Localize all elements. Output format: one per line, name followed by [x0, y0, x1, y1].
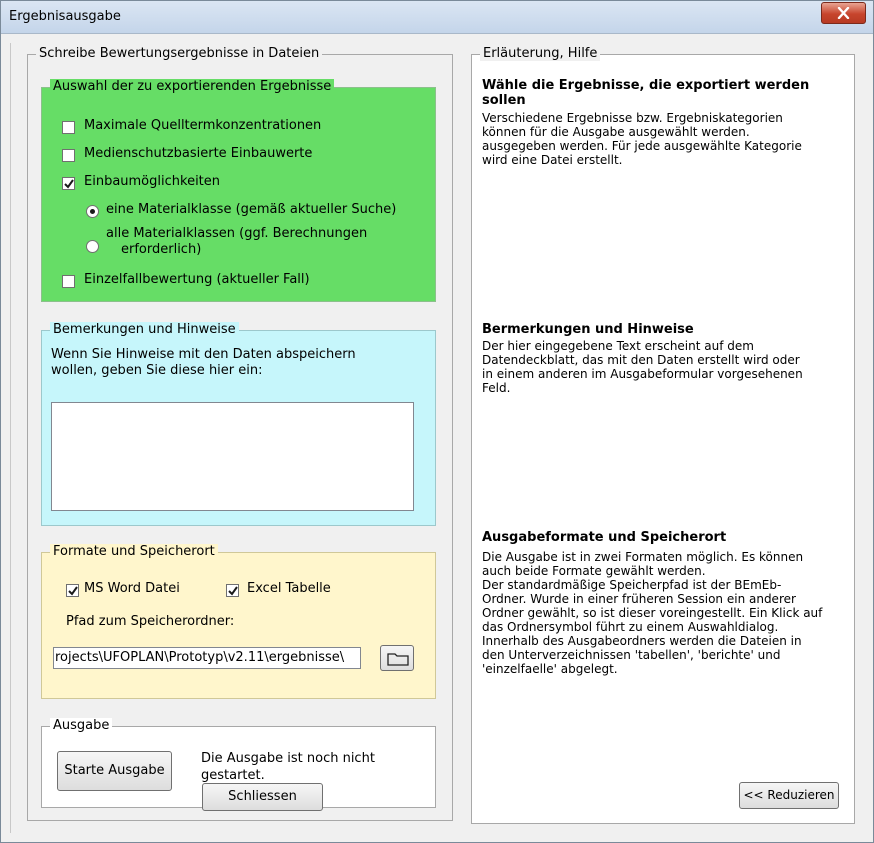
output-status-line1: Die Ausgabe ist noch nicht	[201, 751, 375, 766]
one-material-class-radio[interactable]	[86, 205, 99, 218]
installation-options-checkbox[interactable]	[62, 177, 75, 190]
remarks-instruction-line1: Wenn Sie Hinweise mit den Daten abspeich…	[51, 347, 356, 362]
help-section3-line: Innerhalb des Ausgabeordners werden die …	[482, 634, 802, 648]
title-bar[interactable]: Ergebnisausgabe	[1, 1, 873, 34]
installation-options-label: Einbaumöglichkeiten	[84, 174, 221, 189]
help-section2-line: Datendeckblatt, das mit den Daten erstel…	[482, 353, 800, 367]
dialog-content: Schreibe Bewertungsergebnisse in Dateien…	[10, 43, 865, 833]
excel-table-label: Excel Tabelle	[247, 581, 331, 596]
single-case-label: Einzelfallbewertung (aktueller Fall)	[84, 272, 310, 287]
help-section2-line: in einem anderen im Ausgabeformular vorg…	[482, 367, 803, 381]
remarks-group: Bemerkungen und Hinweise Wenn Sie Hinwei…	[41, 322, 436, 526]
help-section1-line: ausgegeben werden. Für jede ausgewählte …	[482, 139, 802, 153]
checkmark-icon	[228, 586, 238, 596]
result-selection-legend: Auswahl der zu exportierenden Ergebnisse	[50, 79, 335, 94]
export-results-legend: Schreibe Bewertungsergebnisse in Dateien	[36, 46, 323, 61]
max-source-concentration-label: Maximale Quelltermkonzentrationen	[84, 118, 322, 133]
word-file-checkbox[interactable]	[66, 584, 79, 597]
all-material-classes-radio[interactable]	[86, 240, 99, 253]
output-legend: Ausgabe	[50, 718, 113, 733]
all-material-classes-label-line1: alle Materialklassen (ggf. Berechnungen	[106, 226, 368, 241]
media-protection-label: Medienschutzbasierte Einbauwerte	[84, 146, 313, 161]
help-section1-line: wird eine Datei erstellt.	[482, 153, 623, 167]
reduce-button-label: << Reduzieren	[743, 788, 835, 802]
help-section2-line: Der hier eingegebene Text erscheint auf …	[482, 339, 754, 353]
help-legend: Erläuterung, Hilfe	[480, 46, 601, 61]
help-section1-line: können für die Ausgabe ausgewählt werden…	[482, 125, 750, 139]
close-window-button[interactable]	[821, 2, 866, 24]
help-section3-line: Der standardmäßige Speicherpfad ist der …	[482, 578, 782, 592]
reduce-button[interactable]: << Reduzieren	[739, 782, 839, 809]
start-output-button-label: Starte Ausgabe	[64, 763, 165, 778]
export-results-group: Schreibe Bewertungsergebnisse in Dateien…	[27, 46, 453, 821]
dialog-window: Ergebnisausgabe Schreibe Bewertungsergeb…	[0, 0, 874, 843]
single-case-checkbox[interactable]	[62, 275, 75, 288]
storage-path-field[interactable]: rojects\UFOPLAN\Prototyp\v2.11\ergebniss…	[53, 647, 361, 669]
max-source-concentration-checkbox[interactable]	[62, 121, 75, 134]
all-material-classes-label-line2: erforderlich)	[121, 242, 202, 257]
media-protection-checkbox[interactable]	[62, 149, 75, 162]
help-section1-title-line2: sollen	[482, 93, 526, 108]
help-section1-title-line1: Wähle die Ergebnisse, die exportiert wer…	[482, 78, 810, 93]
close-icon	[837, 7, 850, 19]
close-dialog-button[interactable]: Schliessen	[202, 783, 323, 811]
checkmark-icon	[64, 179, 74, 189]
help-section3-line: das Ordnersymbol führt zu einem Auswahld…	[482, 620, 779, 634]
help-section3-line: Ordner gewählt, so ist dieser voreingest…	[482, 606, 823, 620]
start-output-button[interactable]: Starte Ausgabe	[57, 751, 172, 791]
help-section3-line: 'einzelfaelle' abgelegt.	[482, 662, 618, 676]
help-section3-title: Ausgabeformate und Speicherort	[482, 530, 727, 545]
help-section3-text: Die Ausgabe ist in zwei Formaten möglich…	[482, 550, 822, 676]
window-title: Ergebnisausgabe	[9, 9, 121, 24]
help-section3-line: auch beide Formate gewählt werden.	[482, 564, 706, 578]
storage-path-label: Pfad zum Speicherordner:	[66, 614, 235, 629]
result-selection-group: Auswahl der zu exportierenden Ergebnisse…	[41, 79, 436, 302]
storage-path-value: rojects\UFOPLAN\Prototyp\v2.11\ergebniss…	[55, 650, 345, 665]
help-section2-line: Feld.	[482, 381, 511, 395]
help-section2-title: Bermerkungen und Hinweise	[482, 322, 694, 337]
help-section3-line: Ordner. Wurde in einer früheren Session …	[482, 592, 796, 606]
help-section3-line: den Unterverzeichnissen 'tabellen', 'ber…	[482, 648, 781, 662]
close-dialog-button-label: Schliessen	[228, 789, 297, 804]
output-status-line2: gestartet.	[201, 768, 265, 783]
formats-location-group: Formate und Speicherort MS Word Datei Ex…	[41, 544, 436, 699]
browse-folder-button[interactable]	[380, 645, 414, 671]
help-section1-line: Verschiedene Ergebnisse bzw. Ergebniskat…	[482, 111, 783, 125]
formats-location-legend: Formate und Speicherort	[50, 544, 218, 559]
help-group: Erläuterung, Hilfe Wähle die Ergebnisse,…	[471, 46, 855, 824]
excel-table-checkbox[interactable]	[226, 584, 239, 597]
word-file-label: MS Word Datei	[84, 581, 180, 596]
folder-icon	[387, 653, 409, 666]
help-section2-text: Der hier eingegebene Text erscheint auf …	[482, 339, 803, 395]
checkmark-icon	[68, 586, 78, 596]
remarks-instruction-line2: wollen, geben Sie diese hier ein:	[51, 363, 263, 378]
remarks-textarea[interactable]	[51, 402, 414, 511]
remarks-legend: Bemerkungen und Hinweise	[50, 322, 239, 337]
help-section3-line: Die Ausgabe ist in zwei Formaten möglich…	[482, 550, 804, 564]
one-material-class-label: eine Materialklasse (gemäß aktueller Suc…	[106, 202, 397, 217]
help-section1-text: Verschiedene Ergebnisse bzw. Ergebniskat…	[482, 111, 802, 167]
